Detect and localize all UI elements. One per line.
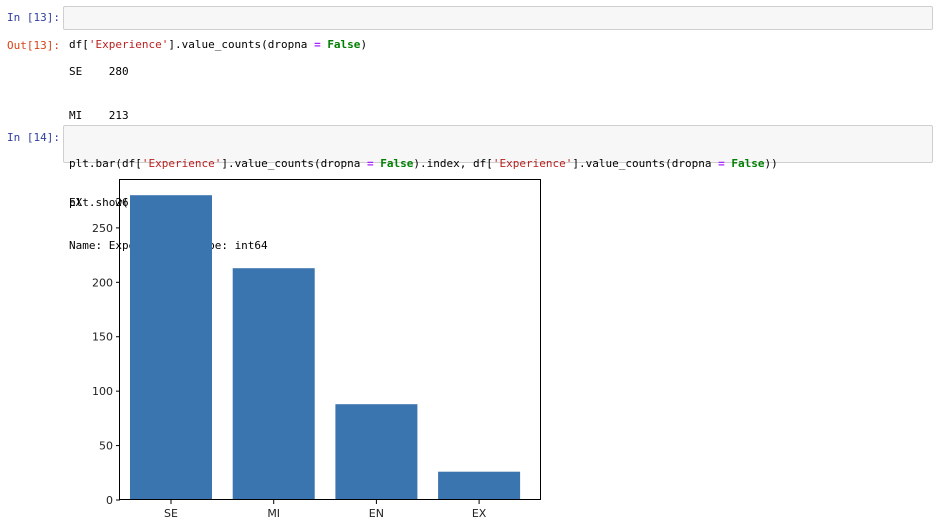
y-tick-label: 150 <box>92 331 113 344</box>
bar-se <box>130 195 212 500</box>
x-tick-label: SE <box>164 507 178 520</box>
y-tick-label: 50 <box>99 440 113 453</box>
y-tick-label: 250 <box>92 222 113 235</box>
bar-en <box>335 404 418 500</box>
x-tick-label: EX <box>472 507 487 520</box>
bar-chart: 0 50 100 150 200 250 SE MI EN EX <box>92 179 541 520</box>
y-tick-label: 200 <box>92 276 113 289</box>
y-tick-label: 100 <box>92 385 113 398</box>
x-tick-label: EN <box>369 507 384 520</box>
y-tick-label: 0 <box>106 494 113 507</box>
x-tick-label: MI <box>267 507 280 520</box>
bar-mi <box>232 268 315 500</box>
bar-ex <box>438 471 521 500</box>
